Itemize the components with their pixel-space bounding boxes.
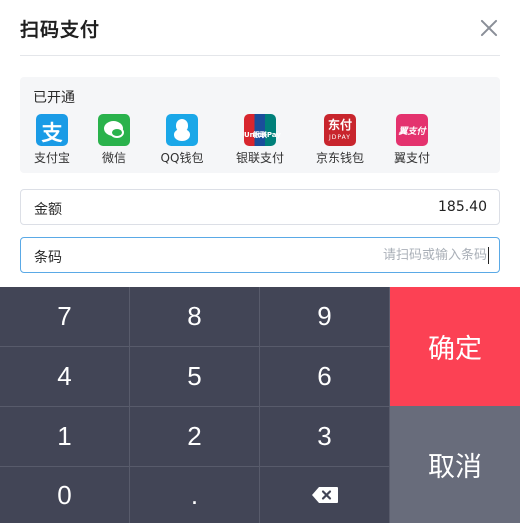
barcode-field[interactable]: 条码 <box>20 237 500 273</box>
unionpay-icon: UnionPay 银联 <box>244 114 281 146</box>
dialog-title: 扫码支付 <box>20 19 101 41</box>
payment-method-label: QQ钱包 <box>160 151 204 165</box>
wechat-icon <box>98 114 130 146</box>
confirm-button[interactable]: 确定 <box>390 287 520 406</box>
payment-method-label: 银联支付 <box>235 151 284 165</box>
numeric-keypad: 7 8 9 4 5 6 1 2 3 0 . 确定 取消 <box>0 287 520 523</box>
amount-field: 金额 185.40 <box>20 189 500 225</box>
key-1[interactable]: 1 <box>0 407 130 467</box>
payment-method-label: 翼支付 <box>393 151 430 165</box>
key-decimal[interactable]: . <box>130 467 260 523</box>
key-0[interactable]: 0 <box>0 467 130 523</box>
payment-method-label: 京东钱包 <box>315 151 364 165</box>
barcode-input[interactable] <box>141 244 487 266</box>
key-5[interactable]: 5 <box>130 347 260 407</box>
key-2[interactable]: 2 <box>130 407 260 467</box>
amount-value: 185.40 <box>438 199 487 215</box>
key-6[interactable]: 6 <box>260 347 390 407</box>
payment-method-bestpay[interactable]: 翼支付 翼支付 <box>375 114 449 166</box>
key-9[interactable]: 9 <box>260 287 390 347</box>
backspace-icon <box>311 487 338 503</box>
cancel-button[interactable]: 取消 <box>390 406 520 523</box>
dialog-header: 扫码支付 <box>0 0 520 56</box>
payment-methods-panel: 已开通 支 支付宝 微信 QQ钱包 UnionPay 银联 银联支付 东付 JDPA… <box>20 77 500 173</box>
barcode-label: 条码 <box>34 250 62 266</box>
payment-method-unionpay[interactable]: UnionPay 银联 银联支付 <box>223 114 297 166</box>
payment-methods-title: 已开通 <box>33 90 75 106</box>
jd-wallet-icon: 东付 JDPAY <box>324 114 356 146</box>
close-icon[interactable] <box>478 17 500 39</box>
key-7[interactable]: 7 <box>0 287 130 347</box>
header-divider <box>20 55 500 56</box>
alipay-icon: 支 <box>36 114 68 146</box>
payment-method-label: 微信 <box>101 151 126 165</box>
backspace-button[interactable] <box>260 467 390 523</box>
payment-method-qq-wallet[interactable]: QQ钱包 <box>145 114 219 166</box>
bestpay-icon: 翼支付 <box>396 114 428 146</box>
amount-label: 金额 <box>34 202 62 218</box>
qq-wallet-icon <box>166 114 198 146</box>
text-caret <box>488 247 489 264</box>
key-4[interactable]: 4 <box>0 347 130 407</box>
payment-method-jd-wallet[interactable]: 东付 JDPAY 京东钱包 <box>303 114 377 166</box>
key-3[interactable]: 3 <box>260 407 390 467</box>
payment-method-wechat[interactable]: 微信 <box>77 114 151 166</box>
key-8[interactable]: 8 <box>130 287 260 347</box>
